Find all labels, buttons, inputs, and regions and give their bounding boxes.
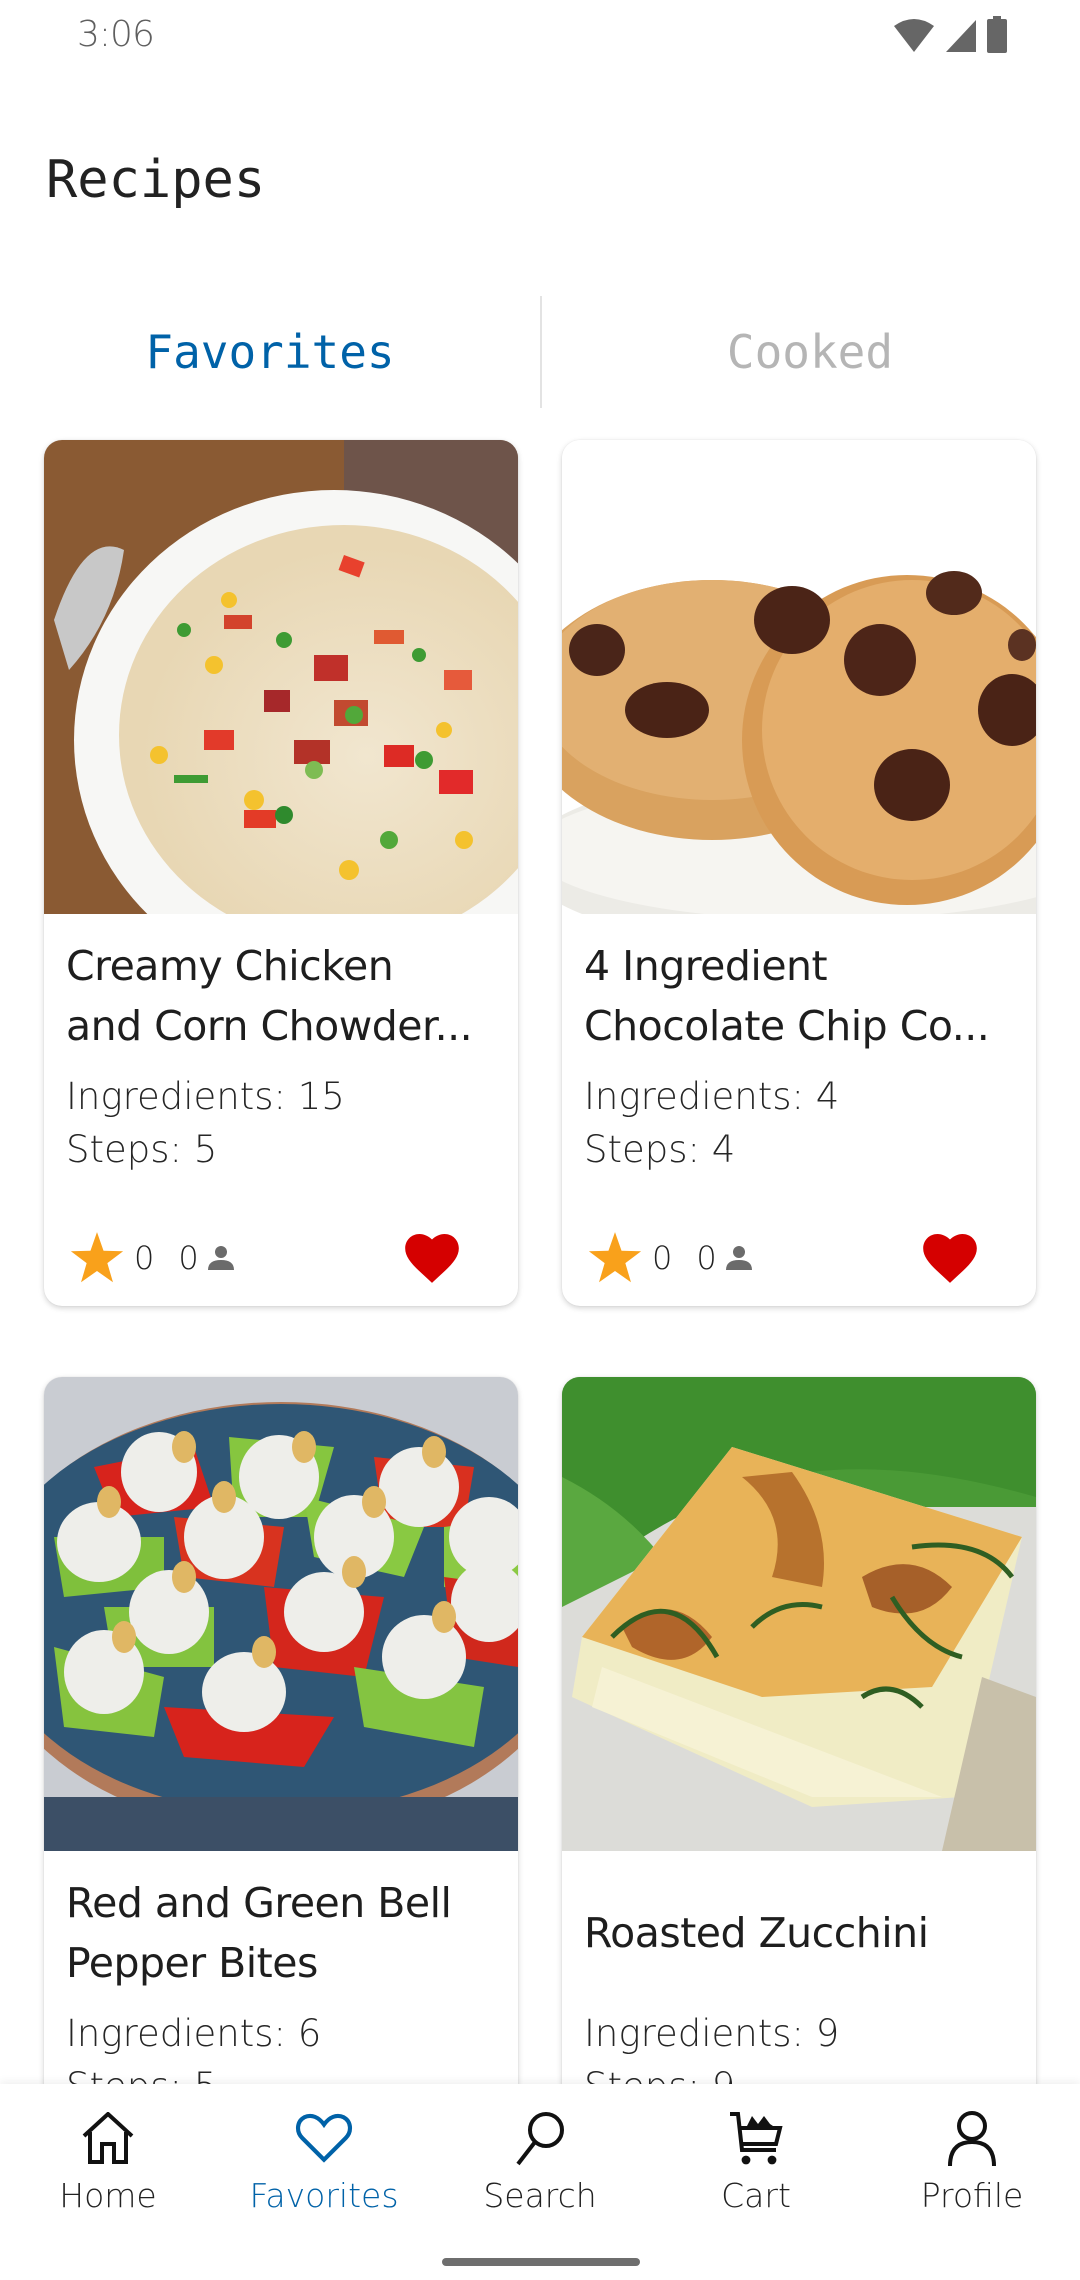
tab-cooked[interactable]: Cooked bbox=[540, 296, 1080, 408]
recipe-card[interactable]: Creamy Chicken and Corn Chowder... Ingre… bbox=[44, 440, 518, 1306]
recipe-title-line1: 4 Ingredient bbox=[584, 942, 828, 990]
tab-divider bbox=[540, 296, 542, 408]
tab-bar: Favorites Cooked bbox=[0, 296, 1080, 408]
heart-outline-icon bbox=[294, 2110, 354, 2166]
heart-filled-icon bbox=[923, 1234, 977, 1283]
status-bar: 3:06 bbox=[0, 0, 1080, 72]
nav-favorites-label: Favorites bbox=[249, 2176, 399, 2215]
heart-filled-icon bbox=[405, 1234, 459, 1283]
rating-value: 0 bbox=[652, 1239, 673, 1277]
nav-profile[interactable]: Profile bbox=[892, 2110, 1052, 2215]
recipe-image-pepper-bites bbox=[44, 1377, 518, 1851]
favorite-heart-button[interactable] bbox=[922, 1234, 978, 1289]
wifi-icon bbox=[894, 19, 934, 52]
review-count: 0 bbox=[696, 1239, 717, 1277]
person-icon bbox=[725, 1246, 752, 1270]
steps-count: Steps: 4 bbox=[584, 1128, 736, 1171]
nav-search-label: Search bbox=[483, 2176, 597, 2215]
home-icon bbox=[78, 2110, 138, 2166]
recipe-title-line2: Pepper Bites bbox=[66, 1939, 318, 1987]
rating: 0 0 bbox=[588, 1232, 753, 1284]
recipe-card[interactable]: 4 Ingredient Chocolate Chip Co... Ingred… bbox=[562, 440, 1036, 1306]
recipe-meta: Ingredients: 15 Steps: 5 bbox=[66, 1070, 496, 1176]
nav-profile-label: Profile bbox=[920, 2176, 1024, 2215]
recipe-image-cookies bbox=[562, 440, 1036, 914]
nav-home-label: Home bbox=[59, 2176, 157, 2215]
ingredients-count: Ingredients: 15 bbox=[66, 1075, 345, 1118]
star-icon bbox=[588, 1232, 642, 1283]
nav-home[interactable]: Home bbox=[28, 2110, 188, 2215]
recipe-title-line1: Roasted Zucchini bbox=[584, 1909, 929, 1957]
recipe-title-line2: Chocolate Chip Co... bbox=[584, 1002, 990, 1050]
rating: 0 0 bbox=[70, 1232, 235, 1284]
cellular-signal-icon bbox=[946, 20, 976, 52]
nav-favorites[interactable]: Favorites bbox=[244, 2110, 404, 2215]
status-icons bbox=[892, 16, 1008, 54]
home-indicator[interactable] bbox=[442, 2258, 640, 2266]
review-count: 0 bbox=[178, 1239, 199, 1277]
card-footer: 0 0 bbox=[584, 1176, 1014, 1306]
steps-count: Steps: 5 bbox=[66, 1128, 218, 1171]
tab-favorites[interactable]: Favorites bbox=[0, 296, 540, 408]
recipe-image-zucchini bbox=[562, 1377, 1036, 1851]
nav-cart-label: Cart bbox=[721, 2176, 791, 2215]
recipe-title: Red and Green Bell Pepper Bites bbox=[66, 1873, 496, 1993]
cart-icon bbox=[726, 2110, 786, 2166]
ingredients-count: Ingredients: 6 bbox=[66, 2012, 322, 2055]
person-icon bbox=[207, 1246, 234, 1270]
bottom-nav: Home Favorites Search Cart Profile bbox=[0, 2084, 1080, 2280]
battery-icon bbox=[987, 16, 1007, 53]
rating-value: 0 bbox=[134, 1239, 155, 1277]
search-icon bbox=[510, 2110, 570, 2166]
recipe-title: 4 Ingredient Chocolate Chip Co... bbox=[584, 936, 1014, 1056]
status-time: 3:06 bbox=[77, 14, 155, 55]
recipe-title-line2: and Corn Chowder... bbox=[66, 1002, 473, 1050]
nav-search[interactable]: Search bbox=[460, 2110, 620, 2215]
recipe-title: Roasted Zucchini bbox=[584, 1873, 1014, 1993]
recipe-title-line1: Creamy Chicken bbox=[66, 942, 394, 990]
ingredients-count: Ingredients: 9 bbox=[584, 2012, 840, 2055]
nav-cart[interactable]: Cart bbox=[676, 2110, 836, 2215]
recipe-title: Creamy Chicken and Corn Chowder... bbox=[66, 936, 496, 1056]
profile-icon bbox=[942, 2110, 1002, 2166]
star-icon bbox=[70, 1232, 124, 1283]
page-title: Recipes bbox=[46, 150, 266, 210]
ingredients-count: Ingredients: 4 bbox=[584, 1075, 840, 1118]
favorite-heart-button[interactable] bbox=[404, 1234, 460, 1289]
recipe-image-chowder bbox=[44, 440, 518, 914]
card-footer: 0 0 bbox=[66, 1176, 496, 1306]
recipe-meta: Ingredients: 4 Steps: 4 bbox=[584, 1070, 1014, 1176]
recipe-title-line1: Red and Green Bell bbox=[66, 1879, 452, 1927]
